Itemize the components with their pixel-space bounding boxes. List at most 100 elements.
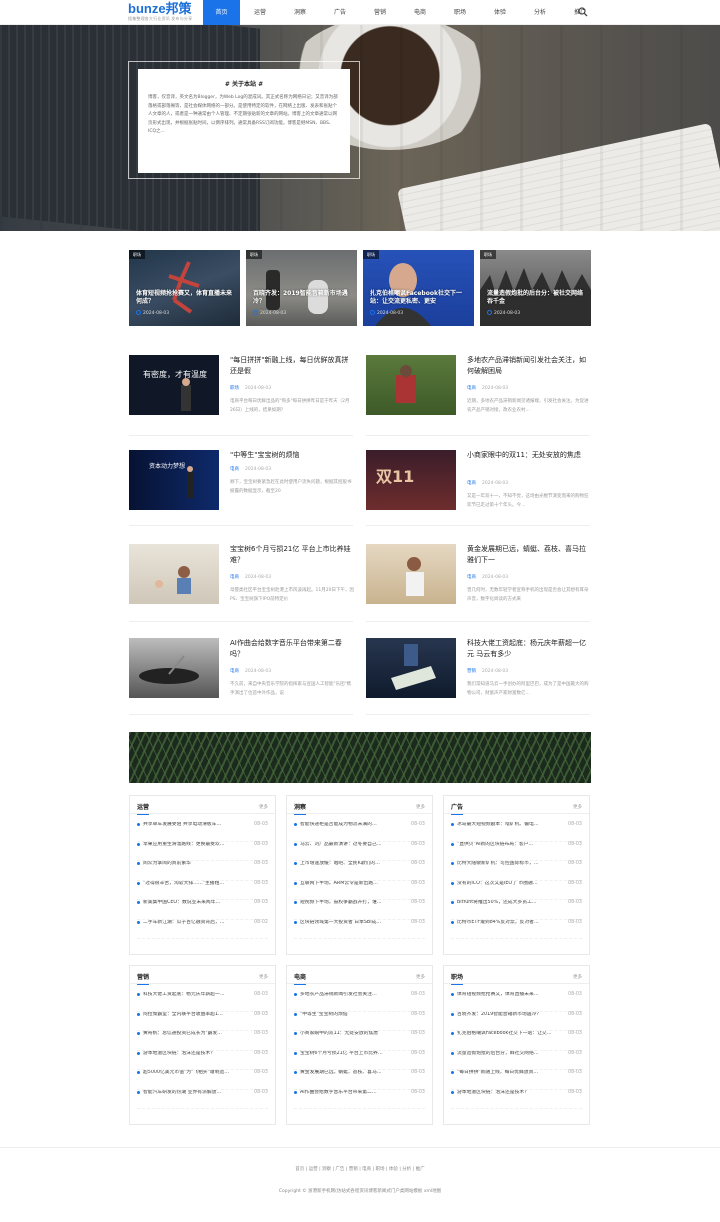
list-item[interactable]: 马云、刘广品最新演讲：过冬要自己… 08-03 xyxy=(294,842,425,861)
list-item[interactable]: Bitfunt将推出50%，还成大多员工… 08-03 xyxy=(451,900,582,920)
more-link[interactable]: 更多 xyxy=(259,974,268,980)
list-item[interactable]: 短视频下半场，鼓权争霸战开打，谁… 08-03 xyxy=(294,900,425,920)
nav-item-marketing[interactable]: 营销 xyxy=(360,0,400,25)
list-item[interactable]: 流量造假炮批的后台分，鲜社交网络… 08-03 xyxy=(451,1051,582,1070)
nav-item-insight[interactable]: 洞察 xyxy=(280,0,320,25)
list-item[interactable]: 区块链领域第一大投资者 日本SBI成… 08-03 xyxy=(294,920,425,939)
more-link[interactable]: 更多 xyxy=(416,974,425,980)
article-item[interactable]: 双11 小商家眼中的双11：无处安放的焦虑 电商 2024-08-03 又是一年双… xyxy=(366,450,591,530)
article-title[interactable]: AI作曲会给数字音乐平台带来第二春吗？ xyxy=(230,638,354,660)
list-item-title[interactable]: 新美集中国CEO：数说业未来两年… xyxy=(143,900,243,906)
list-item[interactable]: 新美集中国CEO：数说业未来两年… 08-03 xyxy=(137,900,268,920)
nav-item-experience[interactable]: 体验 xyxy=(480,0,520,25)
list-item-title[interactable]: 宝宝树6个月亏损21亿 平台上市比养… xyxy=(300,1051,400,1057)
article-category[interactable]: 职场 xyxy=(230,386,239,391)
list-item[interactable]: 比特币ETF遭到84%反对票，反对者… 08-03 xyxy=(451,920,582,939)
list-item[interactable]: 小商家眼中的双11：无处安放的焦虑 08-03 xyxy=(294,1031,425,1051)
list-item-title[interactable]: 小商家眼中的双11：无处安放的焦虑 xyxy=(300,1031,400,1037)
list-item[interactable]: 阅众为掌阅的真前繁华 08-03 xyxy=(137,861,268,881)
list-item[interactable]: 比特大陆敏新矿机：可控国际标币，… 08-03 xyxy=(451,861,582,881)
article-item[interactable]: 多地农产品滞销新闻引发社会关注，如何破解困局 电商 2024-08-03 近期，多… xyxy=(366,355,591,435)
nav-item-career[interactable]: 职场 xyxy=(440,0,480,25)
article-category[interactable]: 营销 xyxy=(467,669,476,674)
article-title[interactable]: "中等生"宝宝树的烦恼 xyxy=(230,450,354,461)
article-item[interactable]: 资本动力梦想 "中等生"宝宝树的烦恼 电商 2024-08-03 顾下，宝宝树要紧… xyxy=(129,450,354,530)
article-item[interactable]: AI作曲会给数字音乐平台带来第二春吗？ 电商 2024-08-03 不久前，来自中… xyxy=(129,638,354,718)
list-item[interactable]: "直供贝"AI新的区块链布局：客户… 08-03 xyxy=(451,842,582,861)
list-item-title[interactable]: 体育短视频抢抢赛又，体育直播未来… xyxy=(457,992,557,998)
list-item[interactable]: "每日拼拼"新融上线，每日优鲜放真… 08-03 xyxy=(451,1070,582,1090)
list-item[interactable]: 游本地滋区块链：泡沫还是技术？ 08-03 xyxy=(451,1090,582,1109)
list-item-title[interactable]: AI作曲会给数字音乐平台带来第二… xyxy=(300,1090,400,1096)
list-item-title[interactable]: 黄金发展期已远，蜻蜓、荔枝、喜马… xyxy=(300,1070,400,1076)
list-item[interactable]: 黄奇帆：总信通投资已成长为"霸发… 08-03 xyxy=(137,1031,268,1051)
article-title[interactable]: "每日拼拼"新融上线，每日优鲜放真拼还是假 xyxy=(230,355,354,377)
list-item[interactable]: "中等生"宝宝树的烦恼 08-03 xyxy=(294,1012,425,1031)
list-item-title[interactable]: 超5000亿美元市值"为"飞相买"遭制造… xyxy=(143,1070,243,1076)
list-item[interactable]: 共享单车发展受阻 共享电动滑板车… 08-03 xyxy=(137,822,268,842)
list-item-title[interactable]: 游本地滋区块链：泡沫还是技术？ xyxy=(143,1051,243,1057)
list-item-title[interactable]: 比特币ETF遭到84%反对票，反对者… xyxy=(457,920,557,926)
list-item-title[interactable]: 智能快递柜是否能成为物流未满的… xyxy=(300,822,400,828)
list-item[interactable]: 阿拉策霸室：全内联平台收益率超1… 08-03 xyxy=(137,1012,268,1031)
list-item[interactable]: 多地农产品滞销新闻引发社会关注… 08-03 xyxy=(294,992,425,1012)
list-item-title[interactable]: 科技大佬工资起底：杨元庆年薪超一… xyxy=(143,992,243,998)
article-item[interactable]: 科技大佬工资起底：杨元庆年薪超一亿元 马云有多少 营销 2024-08-03 我们… xyxy=(366,638,591,718)
article-category[interactable]: 电商 xyxy=(467,575,476,580)
list-item-title[interactable]: 扎克伯格嘲讽Facebook社交下一站：让交… xyxy=(457,1031,557,1037)
list-item[interactable]: 互联网下半场，ARM云令是新出路… 08-03 xyxy=(294,881,425,900)
list-item-title[interactable]: 多地农产品滞销新闻引发社会关注… xyxy=(300,992,400,998)
list-item-title[interactable]: 区块链领域第一大投资者 日本SBI成… xyxy=(300,920,400,926)
article-category[interactable]: 电商 xyxy=(467,386,476,391)
article-item[interactable]: 有密度，才有温度 "每日拼拼"新融上线，每日优鲜放真拼还是假 职场 2024-08… xyxy=(129,355,354,435)
list-item[interactable]: 百晓齐发：2019智能音箱新市场遇冷？ 08-03 xyxy=(451,1012,582,1031)
list-item-title[interactable]: 短视频下半场，鼓权争霸战开打，谁… xyxy=(300,900,400,906)
list-item-title[interactable]: 比特大陆敏新矿机：可控国际标币，… xyxy=(457,861,557,867)
featured-card[interactable]: 职场 百晓齐发：2019智能音箱新市场遇冷？ 2024-08-03 xyxy=(246,250,357,326)
footer-links[interactable]: 首页 | 运营 | 洞察 | 广告 | 营销 | 电商 | 职场 | 体验 | … xyxy=(0,1166,720,1172)
more-link[interactable]: 更多 xyxy=(259,804,268,810)
list-item-title[interactable]: 没有的ICO：这次又是IEO了 币圈融… xyxy=(457,881,557,887)
list-item-title[interactable]: "过得很辛苦，淘软大排……"主播粗… xyxy=(143,881,243,887)
list-item-title[interactable]: "直供贝"AI新的区块链布局：客户… xyxy=(457,842,557,848)
nav-item-ops[interactable]: 运营 xyxy=(240,0,280,25)
list-item[interactable]: 冰岛最大短视频剧本：啥矿机、偏电… 08-03 xyxy=(451,822,582,842)
more-link[interactable]: 更多 xyxy=(573,974,582,980)
list-item[interactable]: "过得很辛苦，淘软大排……"主播粗… 08-03 xyxy=(137,881,268,900)
list-item[interactable]: 智能快递柜是否能成为物流未满的… 08-03 xyxy=(294,822,425,842)
list-item[interactable]: 苹果应用重生滑溜路线：更换最受欢… 08-03 xyxy=(137,842,268,861)
list-item[interactable]: 黄金发展期已远，蜻蜓、荔枝、喜马… 08-03 xyxy=(294,1070,425,1090)
list-item-title[interactable]: 苹果应用重生滑溜路线：更换最受欢… xyxy=(143,842,243,848)
list-item-title[interactable]: 阿拉策霸室：全内联平台收益率超1… xyxy=(143,1012,243,1018)
article-category[interactable]: 电商 xyxy=(230,669,239,674)
list-item-title[interactable]: 二手车新江湖：瓜子百亿融资背后，… xyxy=(143,920,243,926)
list-item[interactable]: 智能汽车研发的热潮 业界有派解放… 08-03 xyxy=(137,1090,268,1109)
list-item-title[interactable]: 阅众为掌阅的真前繁华 xyxy=(143,861,243,867)
nav-item-ecommerce[interactable]: 电商 xyxy=(400,0,440,25)
featured-card[interactable]: 职场 扎克伯格嘲讽Facebook社交下一站：让交流更私密、更安 2024-08… xyxy=(363,250,474,326)
list-item-title[interactable]: 智能汽车研发的热潮 业界有派解放… xyxy=(143,1090,243,1096)
article-title[interactable]: 宝宝树6个月亏损21亿 平台上市比养娃难？ xyxy=(230,544,354,566)
list-item-title[interactable]: 黄奇帆：总信通投资已成长为"霸发… xyxy=(143,1031,243,1037)
list-item-title[interactable]: 百晓齐发：2019智能音箱新市场遇冷？ xyxy=(457,1012,557,1018)
list-item[interactable]: 没有的ICO：这次又是IEO了 币圈融… 08-03 xyxy=(451,881,582,900)
list-item[interactable]: 宝宝树6个月亏损21亿 平台上市比养… 08-03 xyxy=(294,1051,425,1070)
nav-item-analysis[interactable]: 分析 xyxy=(520,0,560,25)
list-item-title[interactable]: 马云、刘广品最新演讲：过冬要自己… xyxy=(300,842,400,848)
article-category[interactable]: 电商 xyxy=(230,575,239,580)
nav-item-ads[interactable]: 广告 xyxy=(320,0,360,25)
article-item[interactable]: 黄金发展期已远，蜻蜓、荔枝、喜马拉雅们下一 电商 2024-08-03 曾几何时，… xyxy=(366,544,591,624)
more-link[interactable]: 更多 xyxy=(416,804,425,810)
list-item-title[interactable]: 共享单车发展受阻 共享电动滑板车… xyxy=(143,822,243,828)
list-item-title[interactable]: 互联网下半场，ARM云令是新出路… xyxy=(300,881,400,887)
featured-card[interactable]: 职场 体育短视频抢抢赛又，体育直播未来何成？ 2024-08-03 xyxy=(129,250,240,326)
list-item-title[interactable]: 冰岛最大短视频剧本：啥矿机、偏电… xyxy=(457,822,557,828)
list-item-title[interactable]: 流量造假炮批的后台分，鲜社交网络… xyxy=(457,1051,557,1057)
list-item[interactable]: 超5000亿美元市值"为"飞相买"遭制造… 08-03 xyxy=(137,1070,268,1090)
site-logo[interactable]: bunze邦策 搜集整理各大行业资讯 发布与分享 xyxy=(128,2,192,21)
article-title[interactable]: 多地农产品滞销新闻引发社会关注，如何破解困局 xyxy=(467,355,591,377)
article-title[interactable]: 小商家眼中的双11：无处安放的焦虑 xyxy=(467,450,591,461)
nav-item-home[interactable]: 首页 xyxy=(203,0,240,25)
list-item-title[interactable]: "中等生"宝宝树的烦恼 xyxy=(300,1012,400,1018)
list-item[interactable]: AI作曲会给数字音乐平台带来第二… 08-03 xyxy=(294,1090,425,1109)
